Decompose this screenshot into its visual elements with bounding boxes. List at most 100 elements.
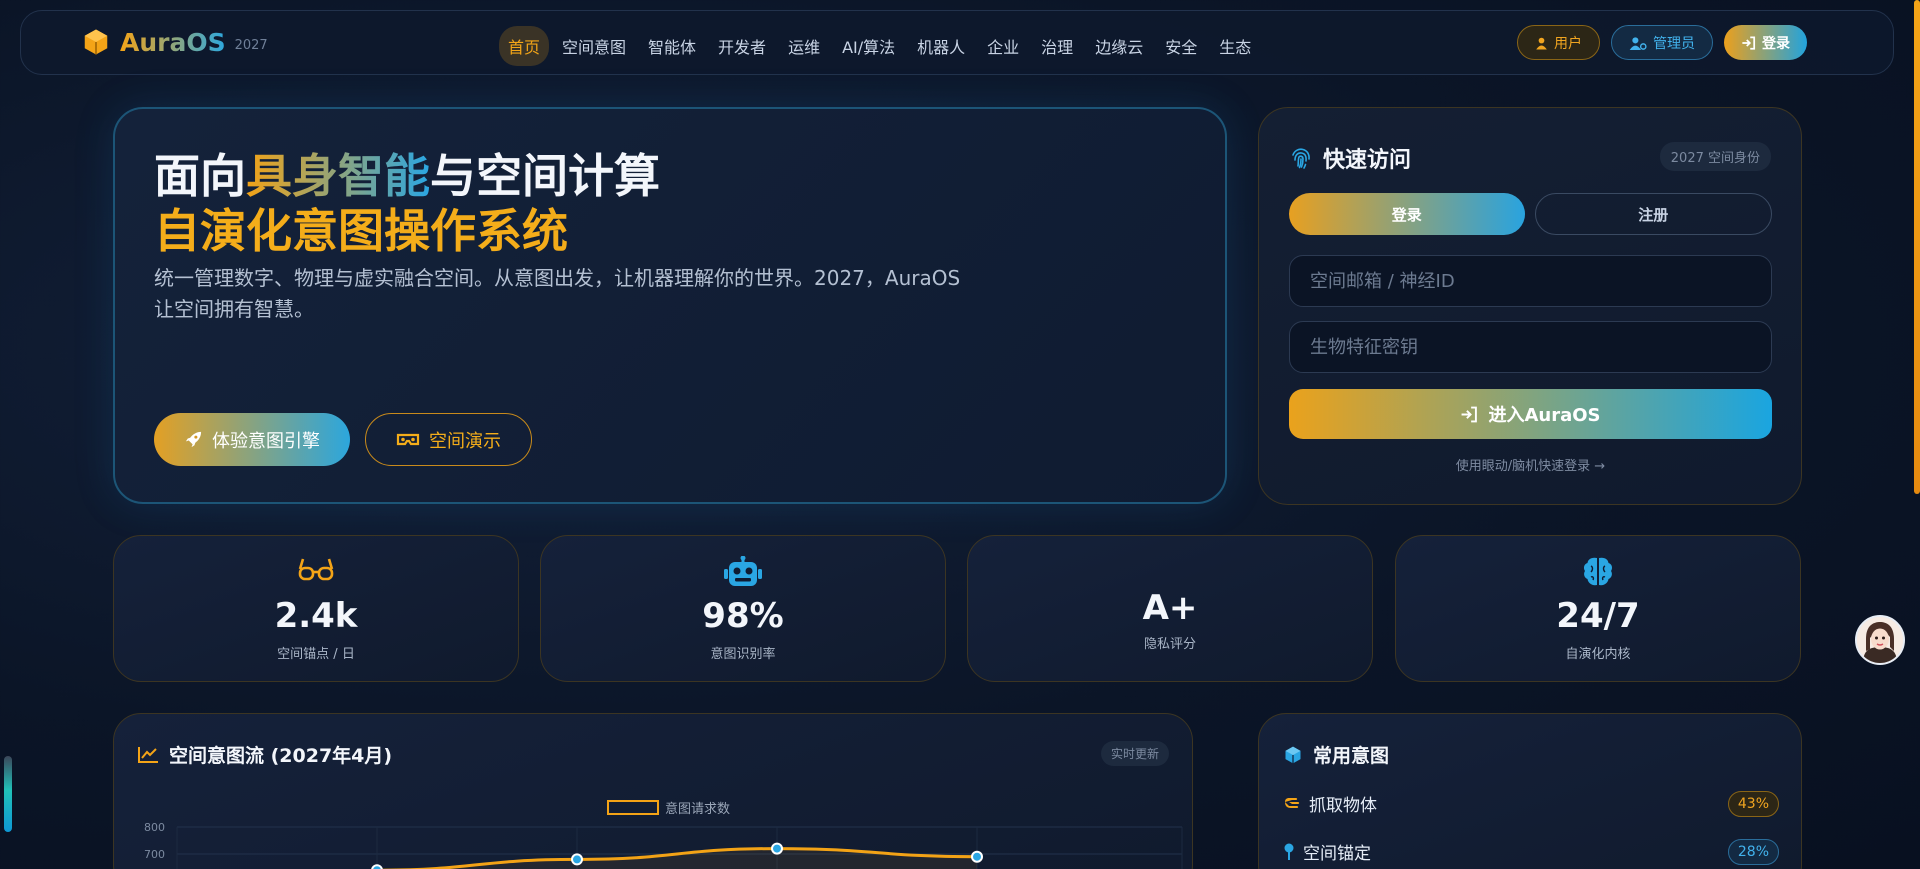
rocket-icon (185, 431, 202, 448)
intent-flow-chart-card: 800 700 空间意图流 (2027年4月) 实时更新 意图请求数 (113, 713, 1193, 869)
cube-icon (1285, 746, 1301, 763)
sign-in-icon (1742, 35, 1756, 50)
data-point (971, 850, 983, 863)
nav-item-ai-algorithms[interactable]: AI/算法 (833, 26, 904, 66)
admin-button[interactable]: 管理员 (1611, 25, 1713, 60)
hero-title-part2: 与空间计算 (430, 149, 660, 203)
enter-auraos-button[interactable]: 进入AuraOS (1289, 389, 1772, 439)
tab-register[interactable]: 注册 (1534, 193, 1772, 235)
auth-tabs: 登录 注册 (1289, 193, 1772, 235)
main-nav: 首页 空间意图 智能体 开发者 运维 AI/算法 机器人 企业 治理 边缘云 安… (499, 26, 1260, 66)
data-point (571, 853, 583, 866)
user-button-label: 用户 (1554, 35, 1582, 52)
spatial-demo-button[interactable]: 空间演示 (365, 413, 532, 466)
y-tick-label: 700 (144, 848, 165, 861)
chart-header: 空间意图流 (2027年4月) (137, 741, 392, 768)
hero-title-line2: 自演化意图操作系统 (154, 204, 568, 258)
brain-icon (1396, 556, 1800, 588)
legend-label: 意图请求数 (665, 802, 731, 817)
nav-item-governance[interactable]: 治理 (1032, 26, 1082, 66)
nav-item-developers[interactable]: 开发者 (709, 26, 775, 66)
quick-access-badge: 2027 空间身份 (1659, 142, 1771, 171)
user-icon (1536, 37, 1547, 49)
line-chart-icon (138, 746, 158, 763)
sign-in-icon (1462, 406, 1478, 422)
grab-hand-icon (1285, 797, 1300, 808)
tab-login[interactable]: 登录 (1289, 193, 1525, 235)
nav-item-spatial-intent[interactable]: 空间意图 (553, 26, 635, 66)
brand-year: 2027 (234, 37, 268, 53)
intent-item-anchor[interactable]: 空间锚定 28% (1283, 838, 1779, 865)
chart-title: 空间意图流 (2027年4月) (169, 745, 393, 767)
side-progress-bar (4, 756, 12, 832)
top-navbar: AuraOS 2027 首页 空间意图 智能体 开发者 运维 AI/算法 机器人… (20, 10, 1894, 75)
common-intents-header: 常用意图 (1283, 741, 1389, 768)
nav-item-home[interactable]: 首页 (499, 26, 550, 66)
stat-card-kernel: 24/7 自演化内核 (1395, 535, 1801, 682)
intent-label: 空间锚定 (1303, 844, 1371, 864)
nav-item-agents[interactable]: 智能体 (639, 26, 705, 66)
common-intents-card: 常用意图 抓取物体 43% 空间锚定 28% (1258, 713, 1802, 869)
intent-percentage: 43% (1727, 790, 1779, 817)
data-point (771, 842, 783, 855)
spatial-demo-label: 空间演示 (429, 430, 501, 452)
user-button[interactable]: 用户 (1517, 25, 1600, 60)
stat-value: 2.4k (274, 596, 358, 636)
stat-card-privacy: A+ 隐私评分 (967, 535, 1373, 682)
enter-auraos-label: 进入AuraOS (1488, 405, 1601, 426)
assistant-avatar[interactable] (1855, 615, 1905, 665)
quick-access-title: 快速访问 (1323, 148, 1412, 173)
admin-button-label: 管理员 (1653, 35, 1695, 52)
hero-description: 统一管理数字、物理与虚实融合空间。从意图出发，让机器理解你的世界。2027，Au… (154, 266, 961, 321)
glasses-icon (114, 556, 518, 584)
nav-item-robots[interactable]: 机器人 (908, 26, 974, 66)
nav-item-enterprise[interactable]: 企业 (978, 26, 1028, 66)
y-tick-label: 800 (144, 821, 165, 834)
email-field[interactable] (1289, 255, 1772, 307)
hero-title-highlight: 具身智能 (246, 149, 430, 203)
common-intents-title: 常用意图 (1313, 745, 1390, 767)
quick-access-header: 快速访问 (1289, 142, 1411, 174)
stat-value: 24/7 (1556, 596, 1640, 636)
avatar-face-icon (1857, 617, 1903, 663)
nav-item-security[interactable]: 安全 (1156, 26, 1206, 66)
try-intent-engine-label: 体验意图引擎 (212, 430, 320, 452)
robot-icon (541, 556, 945, 588)
fingerprint-icon (1292, 148, 1310, 169)
hero-title-part1: 面向 (154, 149, 246, 203)
page-scrollbar[interactable] (1914, 0, 1920, 494)
brand-logo[interactable]: AuraOS 2027 (81, 27, 268, 57)
stat-card-anchors: 2.4k 空间锚点 / 日 (113, 535, 519, 682)
nav-item-ops[interactable]: 运维 (779, 26, 829, 66)
intent-label: 抓取物体 (1309, 796, 1377, 816)
login-button[interactable]: 登录 (1724, 25, 1807, 60)
hero-title: 面向具身智能与空间计算 自演化意图操作系统 (154, 149, 660, 259)
nav-item-edge-cloud[interactable]: 边缘云 (1086, 26, 1152, 66)
intent-flow-chart: 800 700 (144, 821, 1183, 869)
data-point (371, 864, 383, 869)
try-intent-engine-button[interactable]: 体验意图引擎 (154, 413, 350, 466)
user-gear-icon (1629, 36, 1647, 50)
vr-headset-icon (396, 433, 420, 445)
chart-legend[interactable]: 意图请求数 (607, 798, 730, 817)
stat-label: 意图识别率 (710, 647, 776, 662)
legend-swatch (607, 800, 659, 815)
hero-card: 面向具身智能与空间计算 自演化意图操作系统 统一管理数字、物理与虚实融合空间。从… (113, 107, 1227, 504)
biometric-key-field[interactable] (1289, 321, 1772, 373)
map-pin-icon (1284, 843, 1294, 860)
nav-item-ecosystem[interactable]: 生态 (1210, 26, 1260, 66)
realtime-badge: 实时更新 (1100, 741, 1169, 766)
stat-value: 98% (702, 596, 784, 636)
quick-login-link[interactable]: 使用眼动/脑机快速登录 → (1289, 455, 1772, 474)
stat-label: 空间锚点 / 日 (277, 647, 355, 662)
brand-name: AuraOS (120, 27, 226, 57)
stat-card-recognition: 98% 意图识别率 (540, 535, 946, 682)
top-actions: 用户 管理员 登录 (1517, 25, 1807, 60)
stat-label: 自演化内核 (1565, 647, 1631, 662)
intent-item-grab[interactable]: 抓取物体 43% (1283, 790, 1779, 817)
login-button-label: 登录 (1762, 35, 1790, 52)
quick-access-card: 快速访问 2027 空间身份 登录 注册 进入AuraOS 使用眼动/脑机快速登… (1258, 107, 1802, 505)
intent-percentage: 28% (1727, 838, 1779, 865)
cube-icon (84, 29, 108, 55)
stat-value: A+ (1142, 588, 1198, 628)
